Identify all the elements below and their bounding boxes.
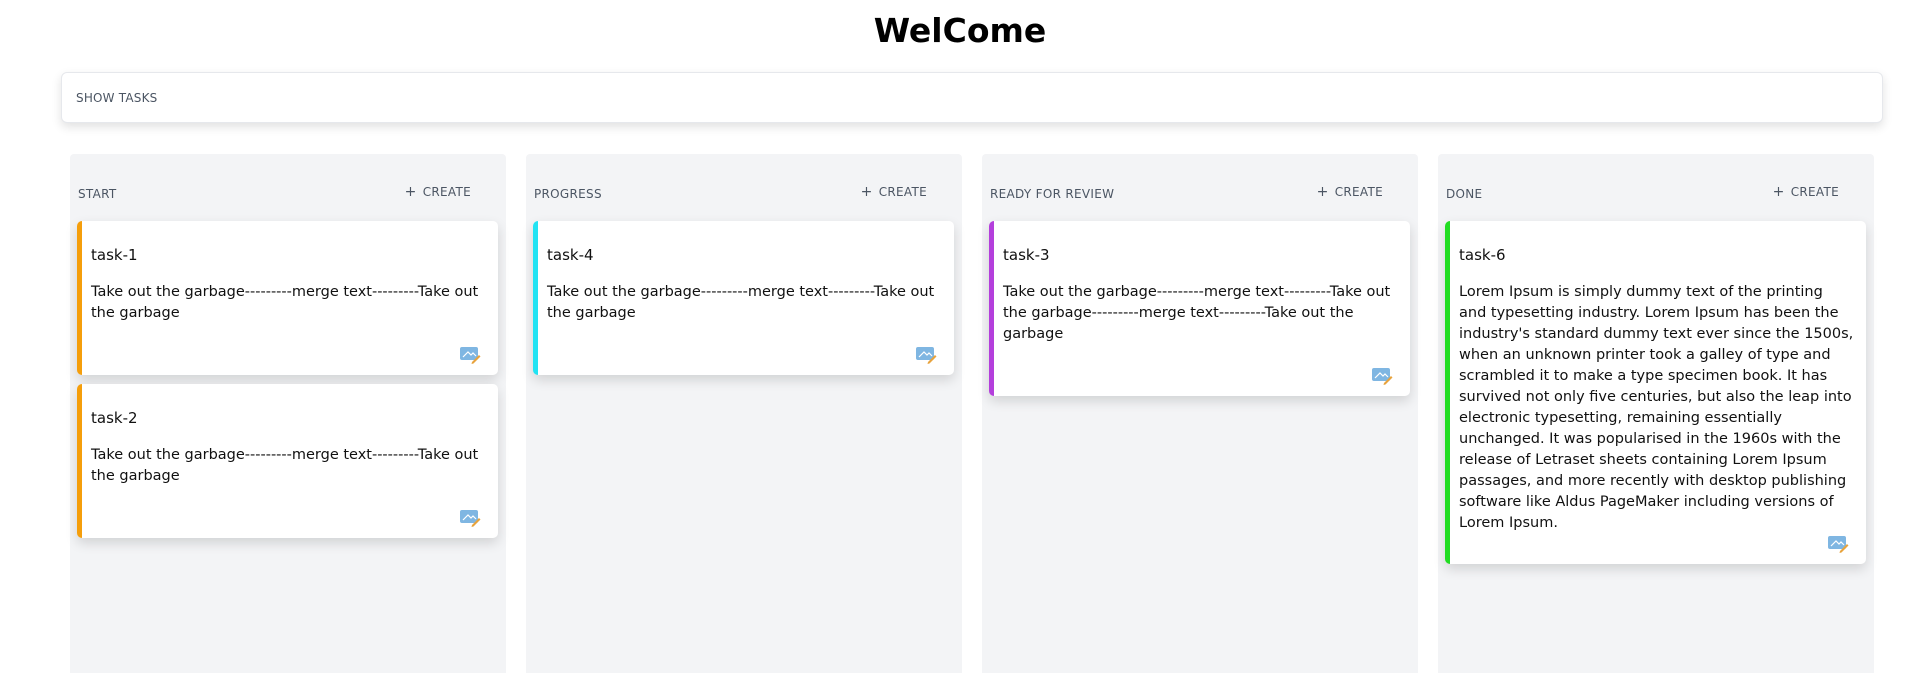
task-description: Take out the garbage---------merge text-… — [1003, 284, 1391, 342]
task-description: Lorem Ipsum is simply dummy text of the … — [1459, 284, 1854, 531]
task-card[interactable]: task-1 Take out the garbage---------merg… — [77, 221, 498, 375]
task-name: task-2 — [91, 409, 138, 427]
edit-icon[interactable] — [915, 345, 937, 365]
column-done: DONE + CREATE task-6 Lorem Ipsum is simpl… — [1438, 154, 1874, 673]
kanban-page: WelCome SHOW TASKS START + CREATE task-1 … — [0, 0, 1920, 673]
task-card[interactable]: task-6 Lorem Ipsum is simply dummy text … — [1445, 221, 1866, 564]
page-title: WelCome — [873, 11, 1047, 50]
task-description: Take out the garbage---------merge text-… — [547, 284, 935, 321]
task-name: task-4 — [547, 246, 594, 264]
task-description: Take out the garbage---------merge text-… — [91, 284, 479, 321]
edit-icon[interactable] — [1371, 366, 1393, 386]
create-button[interactable]: + CREATE — [861, 183, 927, 201]
create-label: CREATE — [878, 185, 927, 199]
edit-icon[interactable] — [459, 345, 481, 365]
column-progress: PROGRESS + CREATE task-4 Take out the gar… — [526, 154, 962, 673]
column-title: DONE — [1446, 187, 1483, 201]
column-title: PROGRESS — [534, 187, 602, 201]
create-button[interactable]: + CREATE — [1773, 183, 1839, 201]
edit-icon[interactable] — [459, 508, 481, 528]
create-button[interactable]: + CREATE — [1317, 183, 1383, 201]
task-card[interactable]: task-2 Take out the garbage---------merg… — [77, 384, 498, 538]
create-label: CREATE — [1334, 185, 1383, 199]
plus-icon: + — [404, 184, 417, 200]
edit-icon[interactable] — [1827, 534, 1849, 554]
column-start: START + CREATE task-1 Take out the garbag… — [70, 154, 506, 673]
create-button[interactable]: + CREATE — [405, 183, 471, 201]
plus-icon: + — [1772, 184, 1785, 200]
column-title: READY FOR REVIEW — [990, 187, 1115, 201]
plus-icon: + — [1316, 184, 1329, 200]
column-ready-for-review: READY FOR REVIEW + CREATE task-3 Take out… — [982, 154, 1418, 673]
task-description: Take out the garbage---------merge text-… — [91, 447, 479, 484]
task-card[interactable]: task-4 Take out the garbage---------merg… — [533, 221, 954, 375]
task-card[interactable]: task-3 Take out the garbage---------merg… — [989, 221, 1410, 396]
create-label: CREATE — [1790, 185, 1839, 199]
task-name: task-6 — [1459, 246, 1506, 264]
plus-icon: + — [860, 184, 873, 200]
show-tasks-label: SHOW TASKS — [76, 91, 158, 105]
show-tasks-button[interactable]: SHOW TASKS — [61, 72, 1883, 123]
create-label: CREATE — [422, 185, 471, 199]
task-name: task-3 — [1003, 246, 1050, 264]
column-title: START — [78, 187, 117, 201]
task-name: task-1 — [91, 246, 138, 264]
